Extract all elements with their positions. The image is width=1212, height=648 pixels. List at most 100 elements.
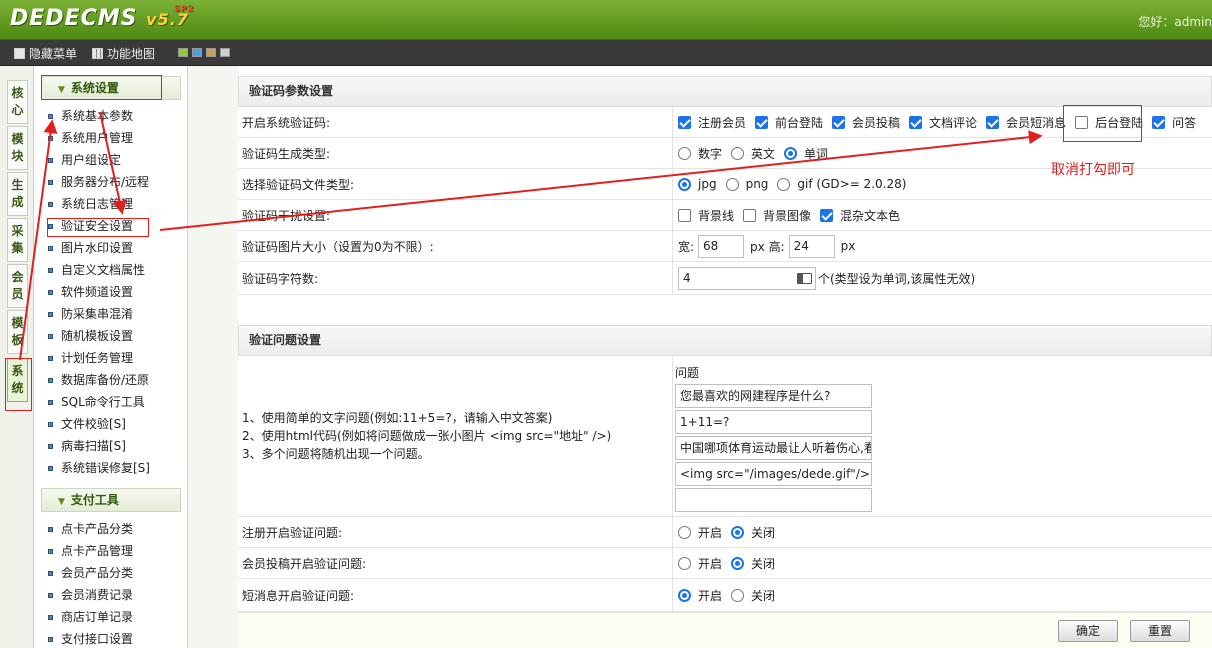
sidebar-item-label: 防采集串混淆 [61,307,134,321]
tab-template[interactable]: 模板 [7,310,28,354]
radio-button[interactable] [725,177,739,191]
sidebar-item[interactable]: 数据库备份/还原 [48,369,150,391]
row-post-question: 会员投稿开启验证问题: 开启 关闭 [238,548,1212,579]
sidebar-item[interactable]: 系统错误修复[S] [48,457,150,479]
char-count-input[interactable]: 4 [678,266,816,290]
sidebar-item[interactable]: 服务器分布/远程 [48,171,150,193]
tab-system[interactable]: 系统 [7,358,28,402]
radio-button[interactable] [678,556,691,570]
radio-button[interactable] [731,525,745,539]
question-input-5[interactable] [675,488,872,512]
noise-option[interactable]: 背景线 [678,207,734,224]
sidebar-item-label: 自定义文档属性 [61,263,146,277]
radio-button[interactable] [678,588,691,602]
checkbox[interactable] [678,115,691,129]
skin-gray-icon[interactable] [220,48,230,57]
checkbox[interactable] [1152,115,1166,129]
question-input-3[interactable]: 中国哪项体育运动最让人听着伤心,看着 [675,436,872,460]
sidebar-pay-item[interactable]: 支付接口设置 [48,628,133,648]
enable-captcha-option[interactable]: 问答 [1152,114,1196,131]
file-type-option[interactable]: png [725,177,768,191]
checkbox[interactable] [986,115,1000,129]
radio-button[interactable] [731,146,745,160]
sidebar-item[interactable]: 防采集串混淆 [48,303,150,325]
enable-captcha-option[interactable]: 注册会员 [678,114,746,131]
sidebar-item[interactable]: 随机模板设置 [48,325,150,347]
pm-question-option[interactable]: 开启 [678,587,722,604]
gen-type-option[interactable]: 单词 [784,145,828,162]
enable-captcha-option[interactable]: 文档评论 [909,114,977,131]
function-map-button[interactable]: 功能地图 [92,45,155,62]
checkbox[interactable] [1075,115,1089,129]
tab-module[interactable]: 模块 [7,126,28,170]
row-label: 验证码字符数: [238,262,673,294]
question-input-2[interactable]: 1+11=? [675,410,872,434]
file-type-option[interactable]: gif (GD>= 2.0.28) [777,177,906,191]
enable-captcha-option[interactable]: 后台登陆 [1075,114,1143,131]
sidebar-item[interactable]: 验证安全设置 [48,215,150,237]
menu-head-pay[interactable]: ▼ 支付工具 [41,488,181,512]
radio-button[interactable] [777,177,791,191]
enable-captcha-option[interactable]: 会员短消息 [986,114,1066,131]
checkbox[interactable] [832,115,846,129]
tab-core[interactable]: 核心 [7,80,28,124]
sidebar-item[interactable]: 系统日志管理 [48,193,150,215]
ok-button[interactable]: 确定 [1058,620,1118,642]
skin-brown-icon[interactable] [206,48,216,57]
enable-captcha-option-label: 会员短消息 [1006,115,1067,130]
header: DEDECMS v5.7 SP2 您好：admin [0,0,1212,40]
noise-option[interactable]: 背景图像 [743,207,811,224]
gen-type-option[interactable]: 英文 [731,145,775,162]
pm-question-option[interactable]: 关闭 [731,587,775,604]
post-question-option-label: 关闭 [751,556,776,571]
skin-green-icon[interactable] [178,48,188,57]
post-question-option[interactable]: 开启 [678,555,722,572]
sidebar-item[interactable]: SQL命令行工具 [48,391,150,413]
question-input-4[interactable]: <img src="/images/dede.gif"/> [675,462,872,486]
file-type-option[interactable]: jpg [678,177,717,191]
tab-generate[interactable]: 生成 [7,172,28,216]
reg-question-option[interactable]: 开启 [678,524,722,541]
sidebar-item[interactable]: 自定义文档属性 [48,259,150,281]
radio-button[interactable] [678,146,691,160]
width-input[interactable]: 68 [698,234,745,258]
sidebar-item[interactable]: 图片水印设置 [48,237,150,259]
enable-captcha-option[interactable]: 前台登陆 [755,114,823,131]
tab-collect[interactable]: 采集 [7,218,28,262]
sidebar-pay-item[interactable]: 点卡产品分类 [48,518,133,540]
sidebar-item[interactable]: 计划任务管理 [48,347,150,369]
sidebar-item[interactable]: 病毒扫描[S] [48,435,150,457]
tab-member[interactable]: 会员 [7,264,28,308]
skin-blue-icon[interactable] [192,48,202,57]
height-input[interactable]: 24 [788,234,835,258]
hide-menu-button[interactable]: 隐藏菜单 [14,45,77,62]
checkbox[interactable] [678,208,691,222]
radio-button[interactable] [678,525,691,539]
sidebar-item[interactable]: 文件校验[S] [48,413,150,435]
question-input-1[interactable]: 您最喜欢的网建程序是什么? [675,384,872,408]
radio-button[interactable] [784,146,798,160]
gen-type-option[interactable]: 数字 [678,145,722,162]
radio-button[interactable] [731,556,745,570]
radio-button[interactable] [678,177,691,191]
post-question-option[interactable]: 关闭 [731,555,775,572]
menu-head-system[interactable]: ▼ 系统设置 [41,76,181,100]
reg-question-option[interactable]: 关闭 [731,524,775,541]
checkbox[interactable] [743,208,757,222]
radio-button[interactable] [731,588,745,602]
reset-button[interactable]: 重置 [1130,620,1190,642]
sidebar-pay-item[interactable]: 会员产品分类 [48,562,133,584]
checkbox[interactable] [755,115,769,129]
sidebar-pay-item[interactable]: 点卡产品管理 [48,540,133,562]
enable-captcha-option[interactable]: 会员投稿 [832,114,900,131]
sidebar-item[interactable]: 用户组设定 [48,149,150,171]
sidebar-item[interactable]: 软件频道设置 [48,281,150,303]
noise-option[interactable]: 混杂文本色 [820,207,900,224]
checkbox[interactable] [909,115,923,129]
sidebar-item[interactable]: 系统基本参数 [48,105,150,127]
sidebar-pay-item-label: 支付接口设置 [61,632,134,646]
checkbox[interactable] [820,208,834,222]
sidebar-item[interactable]: 系统用户管理 [48,127,150,149]
sidebar-pay-item[interactable]: 会员消费记录 [48,584,133,606]
sidebar-pay-item[interactable]: 商店订单记录 [48,606,133,628]
